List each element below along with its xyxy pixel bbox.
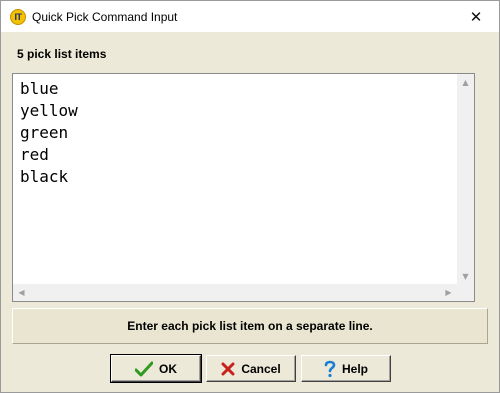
cancel-button[interactable]: Cancel <box>206 355 296 382</box>
scroll-up-arrow-icon[interactable]: ▲ <box>457 74 474 91</box>
hint-text: Enter each pick list item on a separate … <box>127 319 373 333</box>
quick-pick-dialog: IT Quick Pick Command Input ✕ 5 pick lis… <box>0 0 500 393</box>
cancel-button-label: Cancel <box>241 361 281 376</box>
app-logo-icon: IT <box>10 9 26 25</box>
hint-panel: Enter each pick list item on a separate … <box>12 308 488 344</box>
pick-list-item[interactable]: blue <box>20 78 78 100</box>
close-button[interactable]: ✕ <box>453 1 499 32</box>
scroll-left-arrow-icon[interactable]: ◀ <box>13 284 30 301</box>
scroll-down-arrow-icon[interactable]: ▼ <box>457 268 474 285</box>
pick-list-item[interactable]: red <box>20 144 78 166</box>
pick-list-item[interactable]: black <box>20 166 78 188</box>
checkmark-icon <box>135 361 153 377</box>
help-button[interactable]: Help <box>301 355 391 382</box>
scrollbar-corner <box>457 284 474 301</box>
vertical-scrollbar[interactable]: ▲ ▼ <box>457 74 474 285</box>
pick-list-items[interactable]: blue yellow green red black <box>20 78 78 188</box>
pick-list-textarea[interactable]: blue yellow green red black ▲ ▼ ◀ ▶ <box>12 73 475 302</box>
item-count-label: 5 pick list items <box>17 47 107 61</box>
help-button-label: Help <box>341 361 368 376</box>
title-bar: IT Quick Pick Command Input ✕ <box>1 1 499 32</box>
ok-button-label: OK <box>159 361 177 376</box>
window-title: Quick Pick Command Input <box>32 10 178 24</box>
horizontal-scrollbar[interactable]: ◀ ▶ <box>13 284 457 301</box>
pick-list-item[interactable]: yellow <box>20 100 78 122</box>
scroll-right-arrow-icon[interactable]: ▶ <box>440 284 457 301</box>
x-mark-icon <box>221 362 235 376</box>
question-mark-icon <box>324 360 336 378</box>
ok-button[interactable]: OK <box>110 354 202 383</box>
pick-list-item[interactable]: green <box>20 122 78 144</box>
